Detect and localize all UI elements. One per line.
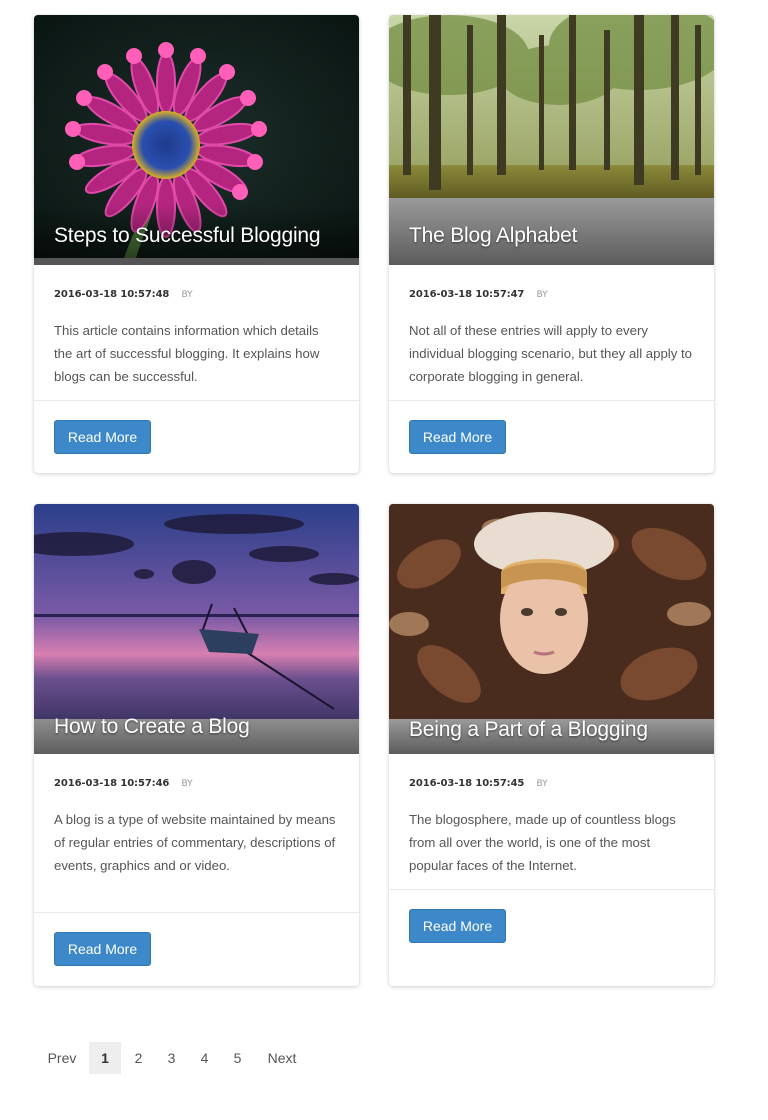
post-excerpt: This article contains information which …: [54, 323, 320, 384]
post-image[interactable]: How to Create a Blog: [34, 504, 359, 754]
post-meta: 2016-03-18 10:57:46 BY: [34, 754, 359, 791]
post-date: 2016-03-18 10:57:46: [54, 778, 170, 789]
card-divider: [389, 889, 714, 890]
post-image[interactable]: Steps to Successful Blogging: [34, 15, 359, 265]
post-excerpt: Not all of these entries will apply to e…: [409, 323, 692, 384]
read-more-button[interactable]: Read More: [54, 932, 151, 966]
card-divider: [34, 400, 359, 401]
post-excerpt: The blogosphere, made up of countless bl…: [409, 812, 676, 873]
post-title[interactable]: Steps to Successful Blogging: [54, 212, 339, 260]
post-date: 2016-03-18 10:57:47: [409, 289, 525, 300]
post-card: How to Create a Blog 2016-03-18 10:57:46…: [34, 504, 359, 986]
card-divider: [34, 912, 359, 913]
post-image[interactable]: Being a Part of a Blogging Social: [389, 504, 714, 754]
pagination-page[interactable]: 4: [188, 1042, 221, 1074]
post-title[interactable]: The Blog Alphabet: [409, 212, 694, 260]
read-more-button[interactable]: Read More: [54, 420, 151, 454]
post-image[interactable]: The Blog Alphabet: [389, 15, 714, 265]
pagination-prev[interactable]: Prev: [36, 1042, 88, 1074]
post-author-label: BY: [536, 290, 548, 300]
post-excerpt: A blog is a type of website maintained b…: [54, 812, 336, 873]
post-title-overlay: How to Create a Blog: [34, 707, 359, 747]
post-meta: 2016-03-18 10:57:48 BY: [34, 265, 359, 302]
post-title-overlay: Steps to Successful Blogging: [34, 212, 359, 262]
pagination: Prev 1 2 3 4 5 Next: [36, 1042, 310, 1074]
post-date: 2016-03-18 10:57:48: [54, 289, 170, 300]
pagination-page[interactable]: 2: [122, 1042, 155, 1074]
pagination-page-current[interactable]: 1: [89, 1042, 121, 1074]
post-meta: 2016-03-18 10:57:45 BY: [389, 754, 714, 791]
post-title-overlay: Being a Part of a Blogging Social: [389, 713, 714, 747]
post-date: 2016-03-18 10:57:45: [409, 778, 525, 789]
post-card: Being a Part of a Blogging Social 2016-0…: [389, 504, 714, 986]
pagination-page[interactable]: 3: [155, 1042, 188, 1074]
post-card: The Blog Alphabet 2016-03-18 10:57:47 BY…: [389, 15, 714, 473]
pagination-next[interactable]: Next: [254, 1042, 310, 1074]
post-author-label: BY: [181, 290, 193, 300]
pagination-page[interactable]: 5: [221, 1042, 254, 1074]
post-title[interactable]: Being a Part of a Blogging Social: [409, 713, 694, 747]
read-more-button[interactable]: Read More: [409, 420, 506, 454]
post-author-label: BY: [536, 779, 548, 789]
post-author-label: BY: [181, 779, 193, 789]
post-title-overlay: The Blog Alphabet: [389, 212, 714, 262]
post-meta: 2016-03-18 10:57:47 BY: [389, 265, 714, 302]
post-card: Steps to Successful Blogging 2016-03-18 …: [34, 15, 359, 473]
read-more-button[interactable]: Read More: [409, 909, 506, 943]
card-divider: [389, 400, 714, 401]
post-title[interactable]: How to Create a Blog: [54, 707, 339, 747]
